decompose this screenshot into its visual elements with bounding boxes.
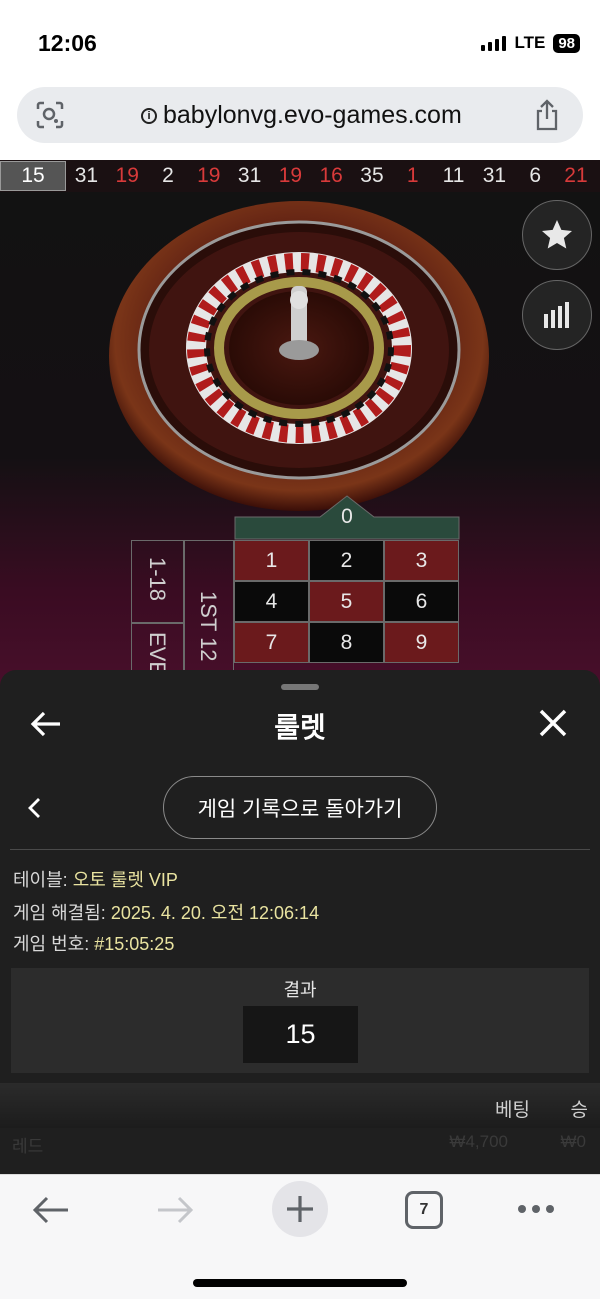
history-number: 21 — [564, 164, 588, 187]
home-indicator[interactable] — [193, 1279, 407, 1287]
game-number-info: 게임 번호: #15:05:25 — [13, 930, 174, 956]
favorite-button[interactable] — [522, 200, 592, 270]
game-number-value: #15:05:25 — [94, 934, 175, 954]
bet-number-8[interactable]: 8 — [309, 622, 384, 663]
forward-icon[interactable] — [156, 1195, 194, 1225]
resolved-value: 2025. 4. 20. 오전 12:06:14 — [110, 903, 320, 923]
history-number: 19 — [115, 164, 139, 187]
signal-icon — [481, 35, 507, 51]
star-icon — [542, 220, 572, 249]
bet-amount: ₩4,700 — [449, 1132, 508, 1151]
game-history-sheet: 룰렛 게임 기록으로 돌아가기 테이블: 오토 룰렛 VIP 게임 해결됨: 2… — [0, 670, 600, 1180]
history-number: 19 — [197, 164, 221, 187]
number-grid[interactable]: 123 456 789 — [234, 540, 459, 663]
bet-low-label: 1-18 — [145, 557, 170, 602]
table-value: 오토 룰렛 VIP — [72, 870, 178, 890]
divider — [10, 849, 590, 850]
game-view[interactable]: 15 31 19 2 19 31 19 16 35 1 11 31 6 21 0… — [0, 160, 600, 705]
zero-label: 0 — [341, 505, 353, 528]
address-bar[interactable]: i babylonvg.evo-games.com — [17, 87, 583, 143]
lens-icon[interactable] — [35, 100, 65, 130]
history-number: 6 — [529, 164, 541, 187]
url-display[interactable]: i babylonvg.evo-games.com — [141, 101, 462, 130]
info-icon[interactable]: i — [141, 107, 157, 124]
more-menu-icon[interactable] — [518, 1205, 554, 1213]
game-number-label: 게임 번호: — [13, 934, 95, 954]
clock: 12:06 — [38, 30, 97, 56]
bet-number-1[interactable]: 1 — [234, 540, 309, 581]
statistics-button[interactable] — [522, 280, 592, 350]
history-number: 15 — [0, 161, 66, 191]
history-number: 35 — [360, 164, 384, 187]
back-icon[interactable] — [32, 1195, 70, 1225]
column-win: 승 — [570, 1100, 588, 1121]
bet-low-1-18[interactable]: 1-18 — [131, 540, 184, 623]
table-info: 테이블: 오토 룰렛 VIP — [13, 866, 178, 892]
win-amount: ₩0 — [560, 1132, 587, 1151]
network-label: LTE — [514, 33, 546, 52]
sheet-title: 룰렛 — [274, 712, 326, 743]
bet-number-4[interactable]: 4 — [234, 581, 309, 622]
history-number: 19 — [278, 164, 303, 187]
browser-toolbar: 7 — [0, 1174, 600, 1299]
history-number: 31 — [482, 164, 507, 187]
screen: 12:06 LTE 98 i babylonvg.evo-games.com 1… — [0, 0, 600, 1299]
tab-switcher-button[interactable]: 7 — [405, 1191, 443, 1229]
result-value: 15 — [243, 1006, 358, 1063]
table-row: 레드 ₩4,700 ₩0 — [12, 1132, 588, 1162]
back-to-history-button[interactable]: 게임 기록으로 돌아가기 — [163, 776, 437, 839]
bets-table-header: 베팅 승 — [0, 1083, 600, 1128]
roulette-wheel — [109, 201, 489, 511]
bet-number-3[interactable]: 3 — [384, 540, 459, 581]
bet-first-dozen-label: 1ST 12 — [196, 591, 221, 662]
bet-number-7[interactable]: 7 — [234, 622, 309, 663]
share-icon[interactable] — [533, 99, 561, 131]
battery-icon: 98 — [553, 33, 580, 53]
bet-number-2[interactable]: 2 — [309, 540, 384, 581]
resolved-label: 게임 해결됨: — [13, 903, 111, 923]
history-number: 2 — [162, 164, 174, 187]
bet-number-5[interactable]: 5 — [309, 581, 384, 622]
history-number: 31 — [74, 164, 99, 187]
result-title: 결과 — [283, 980, 317, 1000]
result-panel: 결과 15 — [11, 968, 589, 1073]
bet-number-9[interactable]: 9 — [384, 622, 459, 663]
url-text: babylonvg.evo-games.com — [163, 101, 462, 129]
bet-number-6[interactable]: 6 — [384, 581, 459, 622]
plus-icon — [287, 1196, 313, 1222]
bar-chart-icon — [544, 302, 569, 328]
table-label: 테이블: — [13, 870, 73, 890]
history-number: 31 — [237, 164, 262, 187]
status-bar: 12:06 LTE 98 — [0, 0, 600, 86]
resolved-info: 게임 해결됨: 2025. 4. 20. 오전 12:06:14 — [13, 899, 319, 925]
result-history-bar: 15 31 19 2 19 31 19 16 35 1 11 31 6 21 — [0, 160, 600, 192]
history-number: 1 — [406, 164, 419, 187]
history-number: 11 — [442, 164, 465, 187]
column-bet: 베팅 — [495, 1100, 530, 1121]
history-number: 16 — [319, 164, 343, 187]
status-icons: LTE 98 — [481, 33, 580, 53]
close-icon[interactable] — [538, 708, 568, 738]
sheet-drag-handle[interactable] — [281, 684, 319, 690]
new-tab-button[interactable] — [272, 1181, 328, 1237]
bet-type: 레드 — [12, 1137, 44, 1156]
chevron-left-icon[interactable] — [26, 796, 42, 820]
